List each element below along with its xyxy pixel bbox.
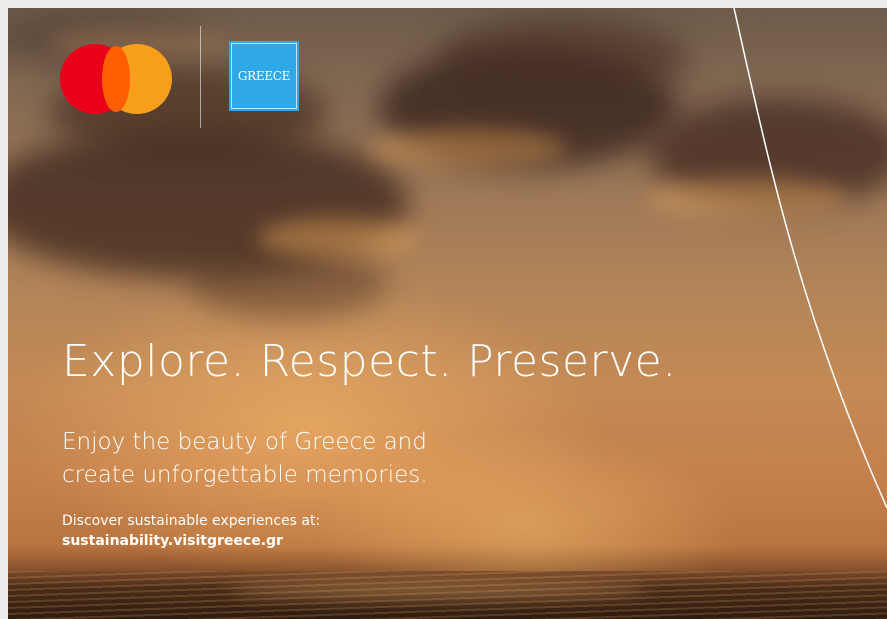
subheadline: Enjoy the beauty of Greece and create un…: [62, 426, 428, 492]
cta-url-link[interactable]: sustainability.visitgreece.gr: [62, 531, 320, 551]
mastercard-logo-icon: [60, 44, 172, 114]
greece-logo: GREECE: [229, 41, 299, 111]
logo-divider: [200, 26, 201, 128]
subheadline-line-1: Enjoy the beauty of Greece and: [62, 429, 427, 455]
subheadline-line-2: create unforgettable memories.: [62, 462, 428, 488]
greece-logo-text: GREECE: [237, 69, 291, 83]
cta-block: Discover sustainable experiences at: sus…: [62, 511, 320, 551]
page-frame: GREECE Explore. Respect. Preserve. Enjoy…: [0, 0, 887, 619]
headline: Explore. Respect. Preserve.: [62, 336, 677, 387]
greece-tourism-ad: GREECE Explore. Respect. Preserve. Enjoy…: [8, 8, 887, 619]
cta-text: Discover sustainable experiences at:: [62, 513, 321, 529]
